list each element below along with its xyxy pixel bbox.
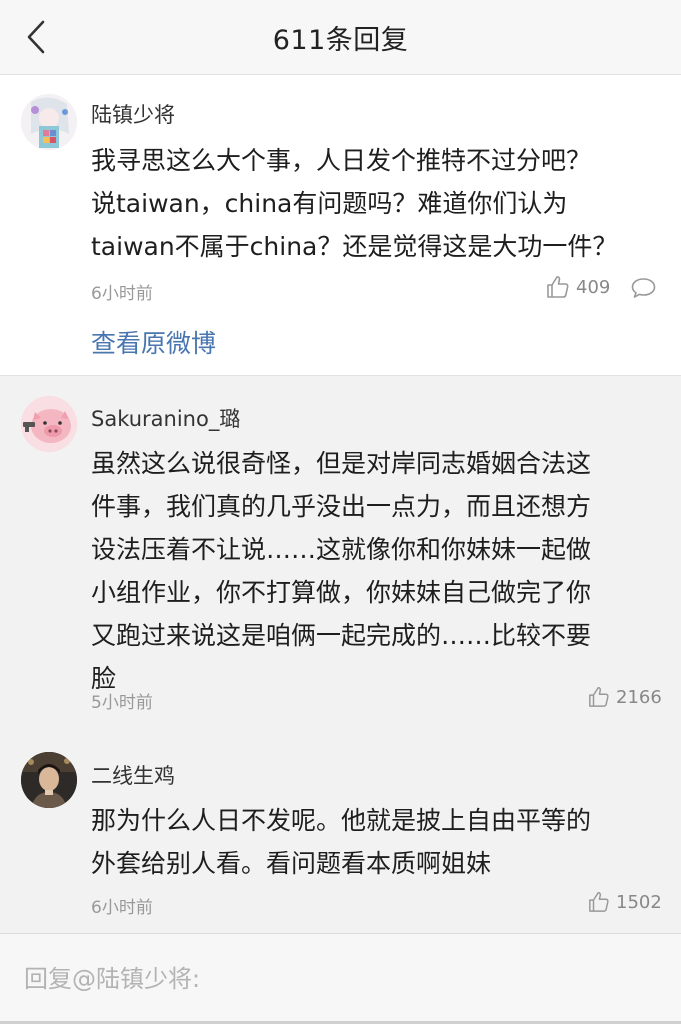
like-button[interactable]: 2166 (588, 686, 662, 708)
comment-time: 6小时前 (91, 898, 153, 918)
view-original-post-link[interactable]: 查看原微博 (91, 324, 216, 360)
username[interactable]: 二线生鸡 (91, 760, 175, 790)
reply-list: Sakuranino_璐 虽然这么说很奇怪，但是对岸同志婚姻合法这 件事，我们真… (0, 375, 681, 934)
like-count: 2166 (616, 686, 662, 708)
thumbs-up-icon (589, 687, 609, 707)
avatar[interactable] (21, 396, 77, 452)
thumbs-up-icon (547, 276, 569, 298)
username[interactable]: 陆镇少将 (91, 99, 175, 129)
like-count: 409 (576, 276, 611, 298)
like-button[interactable]: 409 (546, 275, 610, 299)
nav-bar: 611条回复 (0, 0, 681, 75)
like-count: 1502 (616, 891, 662, 913)
thumbs-up-icon (589, 892, 609, 912)
reply-input[interactable] (22, 958, 646, 1000)
avatar[interactable] (21, 94, 77, 150)
comment-time: 6小时前 (91, 284, 153, 304)
comment-bubble-icon[interactable] (631, 277, 656, 299)
username[interactable]: Sakuranino_璐 (91, 403, 240, 433)
main-comment-card: 陆镇少将 我寻思这么大个事，人日发个推特不过分吧？ 说taiwan，china有… (0, 75, 681, 375)
avatar[interactable] (21, 752, 77, 808)
comment-thread-page: 611条回复 陆镇少将 我寻思这么大个事，人日发个推特不过分吧？ 说taiwan… (0, 0, 681, 1024)
comment-text: 我寻思这么大个事，人日发个推特不过分吧？ 说taiwan，china有问题吗？难… (91, 146, 618, 261)
comment-time: 5小时前 (91, 693, 153, 713)
page-title: 611条回复 (272, 25, 409, 56)
reply-bar (0, 934, 681, 1024)
comment-text: 虽然这么说很奇怪，但是对岸同志婚姻合法这 件事，我们真的几乎没出一点力，而且还想… (91, 449, 592, 693)
comment-text: 那为什么人日不发呢。他就是披上自由平等的 外套给别人看。看问题看本质啊姐妹 (91, 806, 592, 878)
like-button[interactable]: 1502 (588, 891, 662, 913)
